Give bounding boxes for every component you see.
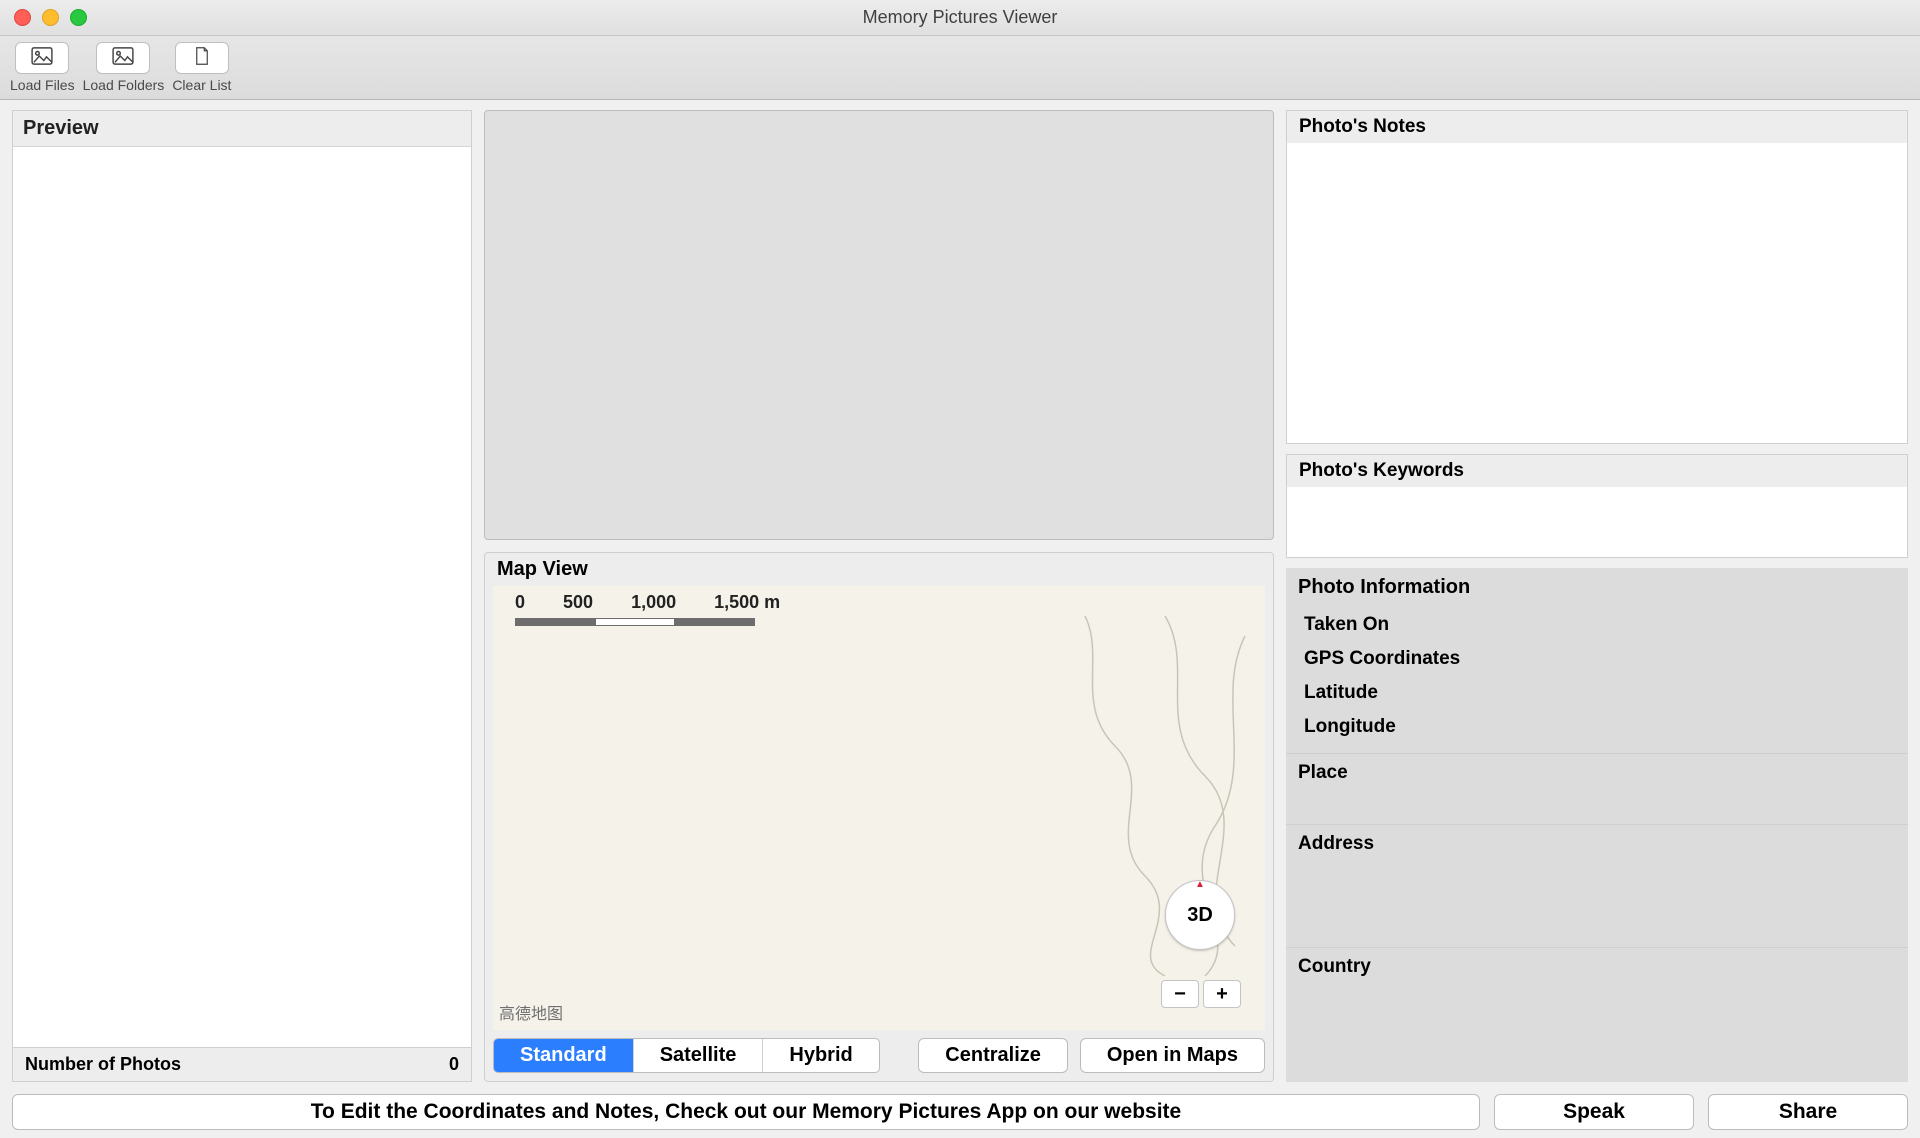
photo-count-value: 0 [449,1054,459,1075]
map-attribution: 高德地图 [499,1000,563,1024]
map-panel: Map View 0 500 1,000 1,500 m [484,552,1274,1082]
image-folder-icon [112,47,134,70]
centralize-button[interactable]: Centralize [918,1038,1068,1073]
clear-list-button[interactable]: Clear List [172,42,231,93]
keywords-body[interactable] [1287,487,1907,557]
latitude-label: Latitude [1286,679,1908,707]
right-column: Photo's Notes Photo's Keywords Photo Inf… [1286,110,1908,1082]
load-folders-button[interactable]: Load Folders [83,42,165,93]
clear-list-label: Clear List [172,77,231,93]
notes-header: Photo's Notes [1287,111,1907,143]
document-icon [191,47,213,70]
compass-label: 3D [1187,904,1213,927]
place-label: Place [1286,753,1908,812]
scale-tick-500: 500 [563,592,593,613]
load-folders-label: Load Folders [83,77,165,93]
center-column: Map View 0 500 1,000 1,500 m [484,110,1274,1082]
scale-tick-0: 0 [515,592,525,613]
zoom-in-button[interactable]: + [1203,980,1241,1008]
gps-coordinates-label: GPS Coordinates [1286,645,1908,673]
zoom-out-button[interactable]: − [1161,980,1199,1008]
open-in-maps-button[interactable]: Open in Maps [1080,1038,1265,1073]
preview-header: Preview [12,110,472,147]
titlebar: Memory Pictures Viewer [0,0,1920,36]
scale-tick-1000: 1,000 [631,592,676,613]
preview-panel: Preview Number of Photos 0 [12,110,472,1082]
photo-count-label: Number of Photos [25,1054,181,1075]
map-scale-labels: 0 500 1,000 1,500 m [515,592,780,613]
map-3d-compass-button[interactable]: 3D [1165,880,1235,950]
photo-count-bar: Number of Photos 0 [12,1048,472,1082]
speak-button[interactable]: Speak [1494,1094,1694,1130]
footer-bar: To Edit the Coordinates and Notes, Check… [12,1094,1908,1130]
keywords-header: Photo's Keywords [1287,455,1907,487]
image-viewer[interactable] [484,110,1274,540]
window-title: Memory Pictures Viewer [0,7,1920,28]
map-type-standard[interactable]: Standard [494,1039,634,1072]
notes-body[interactable] [1287,143,1907,443]
load-files-label: Load Files [10,77,75,93]
footer-notice: To Edit the Coordinates and Notes, Check… [12,1094,1480,1130]
photo-information-panel: Photo Information Taken On GPS Coordinat… [1286,568,1908,1082]
map-footer: Standard Satellite Hybrid Centralize Ope… [485,1030,1273,1081]
plus-icon: + [1216,983,1228,1006]
info-header: Photo Information [1286,576,1908,605]
minus-icon: − [1174,983,1186,1006]
map-type-satellite[interactable]: Satellite [634,1039,764,1072]
address-label: Address [1286,824,1908,935]
longitude-label: Longitude [1286,713,1908,741]
map-header: Map View [485,553,1273,586]
image-file-icon [31,47,53,70]
share-button[interactable]: Share [1708,1094,1908,1130]
photos-notes-panel: Photo's Notes [1286,110,1908,444]
taken-on-label: Taken On [1286,611,1908,639]
main-area: Preview Number of Photos 0 Map View 0 50… [0,100,1920,1090]
load-files-button[interactable]: Load Files [10,42,75,93]
map-canvas[interactable]: 0 500 1,000 1,500 m 3D − [493,586,1265,1030]
country-label: Country [1286,947,1908,1006]
map-zoom-controls: − + [1161,980,1241,1008]
preview-list[interactable] [12,147,472,1048]
map-type-segmented: Standard Satellite Hybrid [493,1038,880,1073]
scale-tick-1500: 1,500 m [714,592,780,613]
map-scale-bar [515,618,755,626]
photos-keywords-panel: Photo's Keywords [1286,454,1908,558]
map-type-hybrid[interactable]: Hybrid [763,1039,878,1072]
toolbar: Load Files Load Folders Clear List [0,36,1920,100]
